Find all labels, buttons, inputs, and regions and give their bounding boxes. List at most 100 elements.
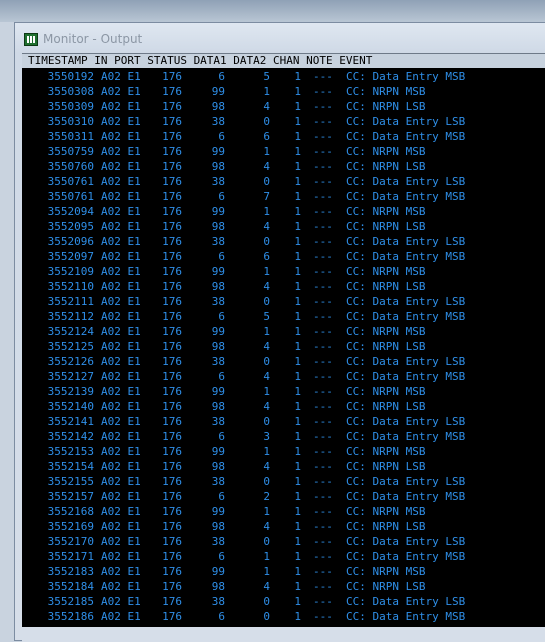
- data2-cell: 1: [263, 205, 270, 218]
- data1-cell: 99: [211, 85, 225, 98]
- table-row[interactable]: 3552157 A02 E1 176 6 2 1 --- CC: Data Entry MSB: [28, 489, 545, 504]
- timestamp-cell: 3550309: [47, 100, 94, 113]
- timestamp-cell: 3552170: [47, 535, 94, 548]
- note-cell: ---: [313, 610, 333, 623]
- data2-cell: 4: [263, 340, 270, 353]
- table-row[interactable]: 3552170 A02 E1 176 38 0 1 --- CC: Data Entry LS…: [28, 534, 545, 549]
- table-row[interactable]: 3552184 A02 E1 176 98 4 1 --- CC: NRPN LSB: [28, 579, 545, 594]
- in-port-cell: A02 E1: [101, 160, 141, 173]
- table-row[interactable]: 3552124 A02 E1 176 99 1 1 --- CC: NRPN MSB: [28, 324, 545, 339]
- table-row[interactable]: 3552094 A02 E1 176 99 1 1 --- CC: NRPN MSB: [28, 204, 545, 219]
- table-row[interactable]: 3552096 A02 E1 176 38 0 1 --- CC: Data Entry LS…: [28, 234, 545, 249]
- table-row[interactable]: 3550192 A02 E1 176 6 5 1 --- CC: Data Entry MSB: [28, 69, 545, 84]
- event-cell: CC: Data Entry LSB: [346, 535, 466, 548]
- output-console[interactable]: TIMESTAMP IN PORT STATUS DATA1 DATA2 CHA…: [22, 53, 545, 628]
- table-row[interactable]: 3550760 A02 E1 176 98 4 1 --- CC: NRPN LSB: [28, 159, 545, 174]
- chan-cell: 1: [294, 70, 301, 83]
- table-row[interactable]: 3552168 A02 E1 176 99 1 1 --- CC: NRPN MSB: [28, 504, 545, 519]
- table-row[interactable]: 3552110 A02 E1 176 98 4 1 --- CC: NRPN LSB: [28, 279, 545, 294]
- table-row[interactable]: 3552109 A02 E1 176 99 1 1 --- CC: NRPN MSB: [28, 264, 545, 279]
- note-cell: ---: [313, 325, 333, 338]
- table-row[interactable]: 3552153 A02 E1 176 99 1 1 --- CC: NRPN MSB: [28, 444, 545, 459]
- table-row[interactable]: 3552169 A02 E1 176 98 4 1 --- CC: NRPN LSB: [28, 519, 545, 534]
- in-port-cell: A02 E1: [101, 385, 141, 398]
- in-port-cell: A02 E1: [101, 445, 141, 458]
- in-port-cell: A02 E1: [101, 340, 141, 353]
- data2-cell: 1: [263, 505, 270, 518]
- chan-cell: 1: [294, 145, 301, 158]
- event-list[interactable]: 3550192 A02 E1 176 6 5 1 --- CC: Data Entry MSB…: [22, 68, 545, 624]
- table-row[interactable]: 3552126 A02 E1 176 38 0 1 --- CC: Data Entry LS…: [28, 354, 545, 369]
- table-row[interactable]: 3550308 A02 E1 176 99 1 1 --- CC: NRPN MSB: [28, 84, 545, 99]
- title-bar[interactable]: Monitor - Output: [15, 23, 545, 53]
- table-row[interactable]: 3550311 A02 E1 176 6 6 1 --- CC: Data Entry MSB: [28, 129, 545, 144]
- in-port-cell: A02 E1: [101, 205, 141, 218]
- note-cell: ---: [313, 220, 333, 233]
- in-port-cell: A02 E1: [101, 325, 141, 338]
- data1-cell: 98: [211, 460, 225, 473]
- data2-cell: 1: [263, 550, 270, 563]
- data1-cell: 98: [211, 100, 225, 113]
- table-row[interactable]: 3552171 A02 E1 176 6 1 1 --- CC: Data Entry MSB: [28, 549, 545, 564]
- note-cell: ---: [313, 310, 333, 323]
- note-cell: ---: [313, 115, 333, 128]
- table-row[interactable]: 3552141 A02 E1 176 38 0 1 --- CC: Data Entry LS…: [28, 414, 545, 429]
- event-cell: CC: Data Entry MSB: [346, 190, 466, 203]
- data2-cell: 0: [263, 610, 270, 623]
- data1-cell: 38: [211, 595, 225, 608]
- timestamp-cell: 3550192: [47, 70, 94, 83]
- status-cell: 176: [162, 325, 182, 338]
- event-cell: CC: Data Entry MSB: [346, 370, 466, 383]
- in-port-cell: A02 E1: [101, 565, 141, 578]
- table-row[interactable]: 3552155 A02 E1 176 38 0 1 --- CC: Data Entry LS…: [28, 474, 545, 489]
- monitor-app-icon[interactable]: [24, 33, 38, 46]
- timestamp-cell: 3550761: [47, 190, 94, 203]
- data1-cell: 99: [211, 325, 225, 338]
- event-cell: CC: Data Entry MSB: [346, 610, 466, 623]
- in-port-cell: A02 E1: [101, 415, 141, 428]
- table-row[interactable]: 3552185 A02 E1 176 38 0 1 --- CC: Data Entry LS…: [28, 594, 545, 609]
- data1-cell: 99: [211, 565, 225, 578]
- table-row[interactable]: 3552140 A02 E1 176 98 4 1 --- CC: NRPN LSB: [28, 399, 545, 414]
- in-port-cell: A02 E1: [101, 100, 141, 113]
- timestamp-cell: 3552153: [47, 445, 94, 458]
- table-row[interactable]: 3552095 A02 E1 176 98 4 1 --- CC: NRPN LSB: [28, 219, 545, 234]
- table-row[interactable]: 3550759 A02 E1 176 99 1 1 --- CC: NRPN MSB: [28, 144, 545, 159]
- chan-cell: 1: [294, 325, 301, 338]
- in-port-cell: A02 E1: [101, 490, 141, 503]
- data1-cell: 38: [211, 115, 225, 128]
- chan-cell: 1: [294, 445, 301, 458]
- data2-cell: 4: [263, 100, 270, 113]
- data1-cell: 38: [211, 235, 225, 248]
- timestamp-cell: 3552183: [47, 565, 94, 578]
- event-cell: CC: NRPN MSB: [346, 565, 426, 578]
- data2-cell: 0: [263, 295, 270, 308]
- table-row[interactable]: 3552186 A02 E1 176 6 0 1 --- CC: Data Entry MSB: [28, 609, 545, 624]
- table-row[interactable]: 3550310 A02 E1 176 38 0 1 --- CC: Data Entry LS…: [28, 114, 545, 129]
- timestamp-cell: 3550759: [47, 145, 94, 158]
- data2-cell: 6: [263, 130, 270, 143]
- chan-cell: 1: [294, 385, 301, 398]
- table-row[interactable]: 3550309 A02 E1 176 98 4 1 --- CC: NRPN LSB: [28, 99, 545, 114]
- table-row[interactable]: 3552183 A02 E1 176 99 1 1 --- CC: NRPN MSB: [28, 564, 545, 579]
- table-row[interactable]: 3552111 A02 E1 176 38 0 1 --- CC: Data Entry LS…: [28, 294, 545, 309]
- event-cell: CC: Data Entry LSB: [346, 415, 466, 428]
- timestamp-cell: 3552096: [47, 235, 94, 248]
- note-cell: ---: [313, 445, 333, 458]
- table-row[interactable]: 3552139 A02 E1 176 99 1 1 --- CC: NRPN MSB: [28, 384, 545, 399]
- note-cell: ---: [313, 145, 333, 158]
- table-row[interactable]: 3552125 A02 E1 176 98 4 1 --- CC: NRPN LSB: [28, 339, 545, 354]
- chan-cell: 1: [294, 310, 301, 323]
- data1-cell: 6: [218, 70, 225, 83]
- data1-cell: 99: [211, 205, 225, 218]
- table-row[interactable]: 3552097 A02 E1 176 6 6 1 --- CC: Data Entry MSB: [28, 249, 545, 264]
- table-row[interactable]: 3552142 A02 E1 176 6 3 1 --- CC: Data Entry MSB: [28, 429, 545, 444]
- table-row[interactable]: 3552112 A02 E1 176 6 5 1 --- CC: Data Entry MSB: [28, 309, 545, 324]
- table-row[interactable]: 3552154 A02 E1 176 98 4 1 --- CC: NRPN LSB: [28, 459, 545, 474]
- table-row[interactable]: 3550761 A02 E1 176 38 0 1 --- CC: Data Entry LS…: [28, 174, 545, 189]
- status-cell: 176: [162, 580, 182, 593]
- note-cell: ---: [313, 550, 333, 563]
- table-row[interactable]: 3552127 A02 E1 176 6 4 1 --- CC: Data Entry MSB: [28, 369, 545, 384]
- data1-cell: 38: [211, 415, 225, 428]
- table-row[interactable]: 3550761 A02 E1 176 6 7 1 --- CC: Data Entry MSB: [28, 189, 545, 204]
